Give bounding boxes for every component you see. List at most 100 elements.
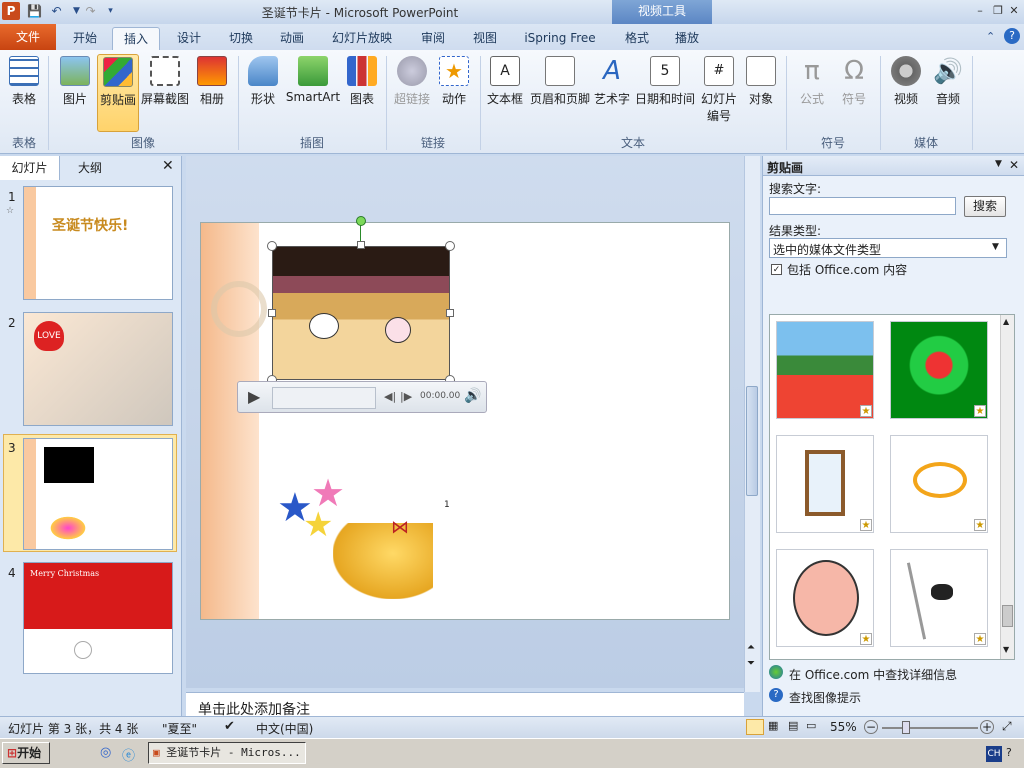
zoom-level[interactable]: 55% xyxy=(830,720,857,734)
slide-number-button[interactable]: # 幻灯片 编号 xyxy=(698,54,740,132)
step-forward-icon[interactable]: |▶ xyxy=(400,390,412,403)
resize-handle[interactable] xyxy=(268,309,276,317)
shapes-button[interactable]: 形状 xyxy=(244,54,282,132)
hyperlink-button[interactable]: 超链接 xyxy=(392,54,432,132)
notes-pane[interactable]: 单击此处添加备注 xyxy=(186,692,744,718)
slide-thumbnail-4[interactable]: Merry Christmas xyxy=(23,562,173,674)
slide-thumbnail-1[interactable]: 圣诞节快乐! xyxy=(23,186,173,300)
action-button[interactable]: ★ 动作 xyxy=(436,54,472,132)
close-pane-icon[interactable]: ✕ xyxy=(1009,158,1019,172)
video-frame[interactable] xyxy=(272,246,450,380)
clipart-item[interactable]: bird-pole-clip ★ xyxy=(890,549,988,647)
search-input[interactable] xyxy=(769,197,956,215)
transition-star-icon: ☆ xyxy=(6,206,15,216)
help-tray-icon[interactable]: ? xyxy=(1006,746,1012,759)
date-time-button[interactable]: 5 日期和时间 xyxy=(634,54,696,132)
close-pane-icon[interactable]: ✕ xyxy=(162,158,174,174)
scrollbar-thumb[interactable] xyxy=(746,386,758,496)
slideshow-view-icon[interactable]: ▭ xyxy=(806,719,816,732)
clipart-item[interactable]: tiger-hoop-clip ★ xyxy=(890,435,988,533)
results-scrollbar[interactable]: ▲ ▼ xyxy=(1000,315,1014,659)
tab-design[interactable]: 设计 xyxy=(164,27,214,50)
restore-icon[interactable]: ❐ xyxy=(990,3,1006,19)
textbox-button[interactable]: A 文本框 xyxy=(484,54,526,132)
wordart-button[interactable]: A 艺术字 xyxy=(593,54,631,132)
tab-review[interactable]: 审阅 xyxy=(410,27,456,50)
zoom-slider-thumb[interactable] xyxy=(902,721,910,734)
clipart-button[interactable]: 剪贴画 xyxy=(97,54,139,132)
clipart-item[interactable]: red-flowers-clip ★ xyxy=(890,321,988,419)
start-button[interactable]: ⊞开始 xyxy=(2,742,50,764)
help-icon[interactable]: ? xyxy=(1004,28,1020,44)
resize-handle[interactable] xyxy=(357,241,365,249)
collapse-ribbon-icon[interactable]: ⌃ xyxy=(986,30,995,43)
normal-view-icon[interactable] xyxy=(746,719,764,735)
scroll-up-icon[interactable]: ▲ xyxy=(1003,317,1009,326)
scrollbar-thumb[interactable] xyxy=(1002,605,1013,627)
prev-slide-icon[interactable]: ⏶ xyxy=(747,642,755,653)
clipart-item[interactable]: old-man-face-clip ★ xyxy=(776,549,874,647)
video-button[interactable]: 视频 xyxy=(886,54,926,132)
audio-button[interactable]: 🔊 音频 xyxy=(928,54,968,132)
tab-insert[interactable]: 插入 xyxy=(112,27,160,50)
taskbar-powerpoint-window[interactable]: ▣ 圣诞节卡片 - Micros... xyxy=(148,742,306,764)
table-button[interactable]: 表格 xyxy=(4,54,44,132)
resize-handle[interactable] xyxy=(446,309,454,317)
tab-format[interactable]: 格式 xyxy=(614,27,660,50)
tab-slides[interactable]: 幻灯片 xyxy=(0,156,60,180)
ie-icon[interactable]: ⓔ xyxy=(122,745,135,764)
slide-thumbnail-3[interactable] xyxy=(23,438,173,550)
include-office-checkbox[interactable]: ✓ xyxy=(771,264,782,275)
proofing-icon[interactable]: ✔ xyxy=(224,719,235,734)
tab-ispring[interactable]: iSpring Free xyxy=(514,27,606,50)
ime-indicator[interactable]: CH xyxy=(986,746,1002,762)
smartart-button[interactable]: SmartArt xyxy=(284,54,342,132)
desktop-icon[interactable]: ◎ xyxy=(100,745,111,760)
slide-sorter-icon[interactable]: ▦ xyxy=(768,719,778,732)
rotation-handle[interactable] xyxy=(356,216,366,226)
zoom-slider[interactable] xyxy=(882,727,978,729)
minimize-icon[interactable]: – xyxy=(972,3,988,19)
play-icon[interactable]: ▶ xyxy=(248,387,260,406)
volume-icon[interactable]: 🔊 xyxy=(464,388,481,404)
tab-outline[interactable]: 大纲 xyxy=(62,156,118,180)
file-tab[interactable]: 文件 xyxy=(0,24,56,50)
next-slide-icon[interactable]: ⏷ xyxy=(747,658,755,669)
tab-view[interactable]: 视图 xyxy=(462,27,508,50)
symbol-button[interactable]: Ω 符号 xyxy=(834,54,874,132)
object-button[interactable]: 对象 xyxy=(742,54,780,132)
video-progress-bar[interactable] xyxy=(272,387,376,409)
clipart-item[interactable]: tulips-windmill-clip ★ xyxy=(776,321,874,419)
close-window-icon[interactable]: ✕ xyxy=(1006,3,1022,19)
theme-status[interactable]: "夏至" xyxy=(162,720,197,737)
tab-transitions[interactable]: 切换 xyxy=(218,27,264,50)
bow-decoration: ⋈ xyxy=(391,517,409,538)
step-back-icon[interactable]: ◀| xyxy=(384,390,396,403)
scroll-down-icon[interactable]: ▼ xyxy=(1003,645,1009,654)
tab-slideshow[interactable]: 幻灯片放映 xyxy=(322,27,402,50)
resize-handle[interactable] xyxy=(445,241,455,251)
tab-home[interactable]: 开始 xyxy=(60,27,110,50)
language-status[interactable]: 中文(中国) xyxy=(256,720,313,737)
fit-to-window-icon[interactable]: ⤢ xyxy=(1002,719,1012,734)
slide-thumbnail-2[interactable]: LOVE xyxy=(23,312,173,426)
pane-options-icon[interactable]: ▼ xyxy=(995,159,1002,169)
clipart-item[interactable]: window-clip ★ xyxy=(776,435,874,533)
image-tips-link[interactable]: 查找图像提示 xyxy=(789,689,861,706)
photo-album-button[interactable]: 相册 xyxy=(194,54,230,132)
zoom-in-icon[interactable]: + xyxy=(980,720,994,734)
reading-view-icon[interactable]: ▤ xyxy=(788,719,798,732)
screenshot-button[interactable]: 屏幕截图 xyxy=(140,54,190,132)
equation-button[interactable]: π 公式 xyxy=(792,54,832,132)
zoom-out-icon[interactable]: − xyxy=(864,720,878,734)
find-more-link[interactable]: 在 Office.com 中查找详细信息 xyxy=(789,666,957,683)
resize-handle[interactable] xyxy=(267,241,277,251)
tab-playback[interactable]: 播放 xyxy=(664,27,710,50)
header-footer-button[interactable]: 页眉和页脚 xyxy=(528,54,592,132)
editor-scrollbar[interactable]: ⏶ ⏷ xyxy=(744,156,760,692)
picture-button[interactable]: 图片 xyxy=(56,54,94,132)
search-button[interactable]: 搜索 xyxy=(964,196,1006,217)
tab-animations[interactable]: 动画 xyxy=(268,27,316,50)
result-type-select[interactable]: 选中的媒体文件类型 ▼ xyxy=(769,238,1007,258)
chart-button[interactable]: 图表 xyxy=(344,54,380,132)
